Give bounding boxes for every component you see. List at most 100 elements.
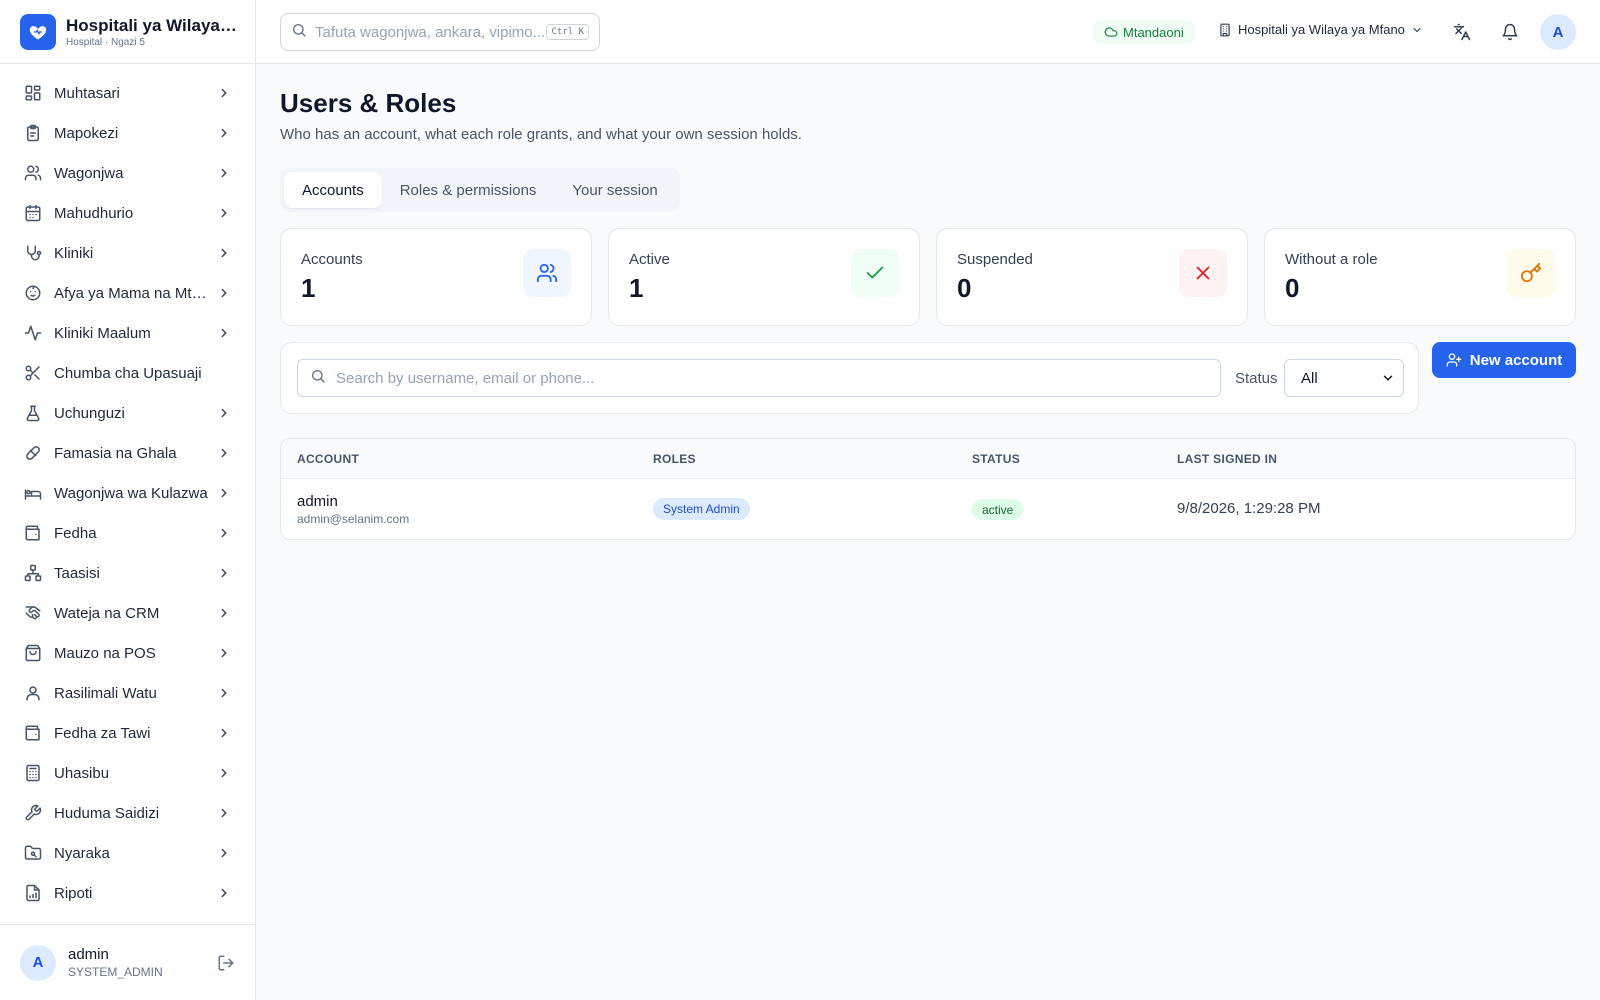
chevron-right-icon: [217, 846, 231, 860]
building-icon: [1220, 23, 1230, 36]
sidebar: Hospitali ya Wilaya ya Mfano Hospital · …: [0, 0, 256, 1000]
stat-value: 1: [629, 273, 644, 303]
shopping-bag-icon: [24, 644, 42, 662]
chevron-right-icon: [217, 326, 231, 340]
facility-label: Hospitali ya Wilaya ya Mfano: [1238, 22, 1405, 37]
sidebar-item-kliniki[interactable]: Kliniki: [0, 233, 255, 273]
status-filter-select[interactable]: All: [1284, 359, 1404, 397]
sidebar-item-label: Kliniki: [54, 244, 94, 262]
sidebar-item-taasisi[interactable]: Taasisi: [0, 553, 255, 593]
global-search[interactable]: Ctrl K: [280, 13, 600, 51]
check-icon: [851, 249, 899, 297]
sidebar-item-wagonjwa[interactable]: Wagonjwa: [0, 153, 255, 193]
chevron-down-icon: [1413, 27, 1421, 32]
sidebar-item-afya-ya-mama-na-mtoto[interactable]: Afya ya Mama na Mtoto: [0, 273, 255, 313]
tab-roles-permissions[interactable]: Roles & permissions: [382, 172, 555, 208]
column-header-status[interactable]: STATUS: [972, 452, 1020, 466]
sidebar-item-label: Chumba cha Upasuaji: [54, 364, 202, 382]
sidebar-item-ripoti[interactable]: Ripoti: [0, 873, 255, 913]
sidebar-item-fedha-za-tawi[interactable]: Fedha za Tawi: [0, 713, 255, 753]
stat-label: Without a role: [1285, 251, 1378, 268]
sidebar-item-famasia-na-ghala[interactable]: Famasia na Ghala: [0, 433, 255, 473]
flask-icon: [24, 404, 42, 422]
stat-value: 0: [1285, 273, 1300, 303]
sidebar-item-nyaraka[interactable]: Nyaraka: [0, 833, 255, 873]
table-row[interactable]: admin admin@selanim.com System Admin act…: [281, 479, 1575, 539]
search-icon: [310, 368, 326, 389]
bell-icon[interactable]: [1498, 20, 1522, 44]
chevron-right-icon: [217, 206, 231, 220]
tab-list: Accounts Roles & permissions Your session: [280, 168, 680, 212]
sidebar-item-wagonjwa-wa-kulazwa[interactable]: Wagonjwa wa Kulazwa: [0, 473, 255, 513]
sidebar-item-label: Rasilimali Watu: [54, 684, 157, 702]
column-header-roles[interactable]: ROLES: [653, 452, 696, 466]
handshake-icon: [24, 604, 42, 622]
sidebar-item-huduma-saidizi[interactable]: Huduma Saidizi: [0, 793, 255, 833]
logout-icon[interactable]: [216, 953, 236, 973]
stat-label: Active: [629, 251, 670, 268]
chevron-down-icon: [1383, 375, 1393, 381]
sidebar-item-chumba-cha-upasuaji[interactable]: Chumba cha Upasuaji: [0, 353, 255, 393]
language-icon[interactable]: [1450, 20, 1474, 44]
sidebar-item-mapokezi[interactable]: Mapokezi: [0, 113, 255, 153]
report-icon: [24, 884, 42, 902]
sidebar-item-wateja-na-crm[interactable]: Wateja na CRM: [0, 593, 255, 633]
clipboard-icon: [24, 124, 42, 142]
sidebar-item-label: Mahudhurio: [54, 204, 134, 222]
search-icon: [291, 22, 307, 43]
sidebar-item-mahudhurio[interactable]: Mahudhurio: [0, 193, 255, 233]
sidebar-item-label: Mapokezi: [54, 124, 119, 142]
global-search-input[interactable]: [315, 23, 547, 41]
chevron-right-icon: [217, 286, 231, 300]
chevron-right-icon: [217, 606, 231, 620]
sidebar-item-muhtasari[interactable]: Muhtasari: [0, 73, 255, 113]
chevron-right-icon: [217, 246, 231, 260]
sidebar-item-label: Ripoti: [54, 884, 93, 902]
online-label: Mtandaoni: [1123, 24, 1184, 40]
chevron-right-icon: [217, 686, 231, 700]
sidebar-item-fedha[interactable]: Fedha: [0, 513, 255, 553]
chevron-right-icon: [217, 726, 231, 740]
pill-icon: [24, 444, 42, 462]
sidebar-item-label: Nyaraka: [54, 844, 110, 862]
stat-card-active: Active 1: [608, 228, 920, 326]
bed-icon: [24, 484, 42, 502]
topbar-avatar[interactable]: A: [1540, 14, 1576, 50]
user-avatar[interactable]: A: [20, 944, 56, 981]
wallet-icon: [24, 524, 42, 542]
sidebar-item-mauzo-na-pos[interactable]: Mauzo na POS: [0, 633, 255, 673]
account-username[interactable]: admin: [297, 493, 338, 510]
folder-icon: [24, 844, 42, 862]
account-search-input[interactable]: [336, 369, 1196, 387]
stat-card-accounts: Accounts 1: [280, 228, 592, 326]
column-header-last-signed-in[interactable]: LAST SIGNED IN: [1177, 452, 1277, 466]
page-subtitle: Who has an account, what each role grant…: [280, 126, 802, 143]
sidebar-item-rasilimali-watu[interactable]: Rasilimali Watu: [0, 673, 255, 713]
sidebar-item-uhasibu[interactable]: Uhasibu: [0, 753, 255, 793]
sidebar-user: A admin SYSTEM_ADMIN: [0, 924, 256, 1000]
brand[interactable]: Hospitali ya Wilaya ya Mfano Hospital · …: [0, 0, 255, 64]
sidebar-item-label: Wagonjwa: [54, 164, 124, 182]
cloud-icon: [1104, 27, 1118, 37]
filter-card: Status All: [280, 342, 1419, 414]
stats-row: Accounts 1 Active 1 Suspended 0 Without a role…: [280, 228, 1576, 326]
chevron-right-icon: [217, 646, 231, 660]
account-search[interactable]: [297, 359, 1221, 397]
calculator-icon: [24, 764, 42, 782]
activity-icon: [24, 324, 42, 342]
column-header-account[interactable]: ACCOUNT: [297, 452, 359, 466]
chevron-right-icon: [217, 566, 231, 580]
sidebar-item-label: Uhasibu: [54, 764, 110, 782]
wallet-icon: [24, 724, 42, 742]
facility-switcher[interactable]: Hospitali ya Wilaya ya Mfano: [1218, 22, 1423, 37]
tab-your-session[interactable]: Your session: [554, 172, 675, 208]
sidebar-item-label: Fedha: [54, 524, 97, 542]
new-account-button[interactable]: New account: [1432, 342, 1576, 378]
sidebar-item-kliniki-maalum[interactable]: Kliniki Maalum: [0, 313, 255, 353]
tab-accounts[interactable]: Accounts: [284, 172, 382, 208]
x-icon: [1179, 249, 1227, 297]
sidebar-item-label: Wateja na CRM: [54, 604, 160, 622]
sidebar-item-uchunguzi[interactable]: Uchunguzi: [0, 393, 255, 433]
chevron-right-icon: [217, 446, 231, 460]
last-signed-in: 9/8/2026, 1:29:28 PM: [1177, 500, 1321, 517]
